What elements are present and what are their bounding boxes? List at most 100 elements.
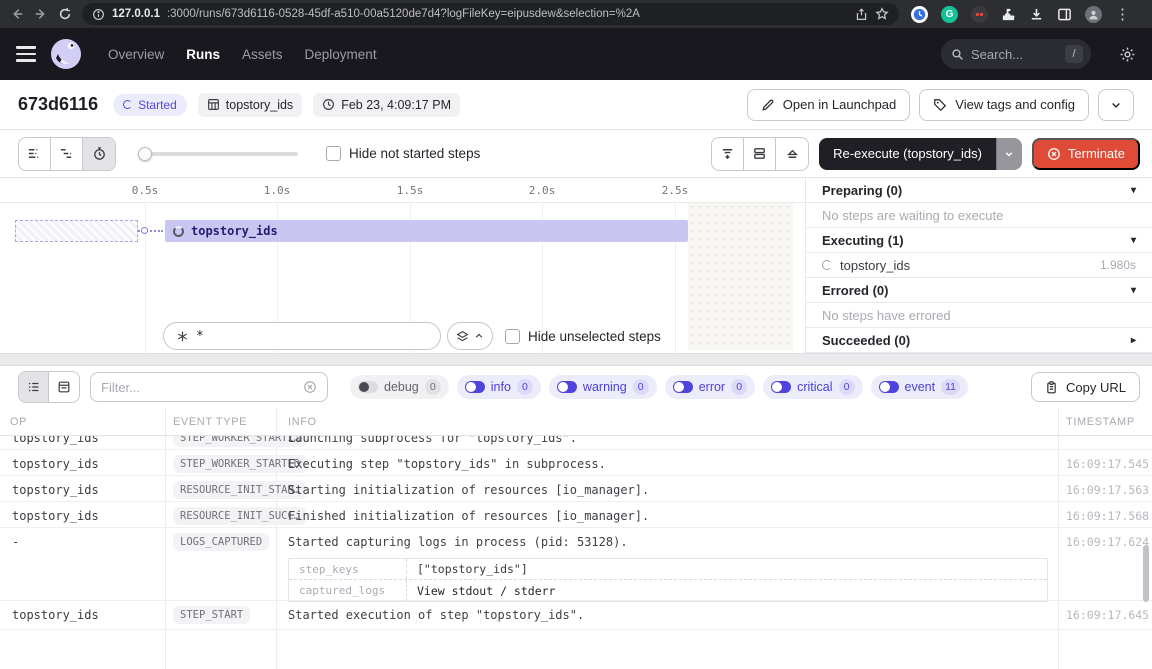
waterfall-view-icon[interactable] bbox=[51, 138, 83, 170]
more-run-actions-button[interactable] bbox=[1098, 89, 1134, 121]
toggle-off-icon bbox=[358, 381, 378, 393]
level-chip-info[interactable]: info0 bbox=[457, 375, 541, 399]
clock-extension-icon[interactable] bbox=[911, 6, 928, 23]
level-chip-critical[interactable]: critical0 bbox=[763, 375, 862, 399]
copy-url-button[interactable]: Copy URL bbox=[1031, 372, 1140, 402]
flat-view-icon[interactable] bbox=[19, 138, 51, 170]
expand-panel-icon[interactable] bbox=[776, 138, 808, 170]
log-row-logs-captured[interactable]: - LOGS_CAPTURED Started capturing logs i… bbox=[0, 528, 1152, 601]
axis-tick: 1.5s bbox=[397, 184, 424, 197]
slider-thumb[interactable] bbox=[138, 147, 152, 161]
terminate-button[interactable]: Terminate bbox=[1032, 138, 1140, 170]
section-preparing[interactable]: Preparing (0)▾ bbox=[806, 178, 1152, 203]
side-panel-icon[interactable] bbox=[1057, 7, 1072, 22]
axis-tick: 0.5s bbox=[132, 184, 159, 197]
nav-item-assets[interactable]: Assets bbox=[242, 47, 283, 62]
log-filter-input[interactable] bbox=[101, 380, 297, 395]
site-info-icon[interactable] bbox=[92, 8, 105, 21]
view-stdout-stderr-link[interactable]: View stdout / stderr bbox=[407, 584, 565, 598]
gantt-zoom-slider[interactable] bbox=[138, 147, 298, 161]
metadata-row: captured_logs View stdout / stderr bbox=[289, 580, 1047, 601]
toggle-on-icon bbox=[879, 381, 899, 393]
log-view-segment bbox=[18, 371, 80, 403]
chevron-down-icon bbox=[1110, 99, 1122, 111]
axis-tick: 2.5s bbox=[662, 184, 689, 197]
level-chip-warning[interactable]: warning0 bbox=[549, 375, 657, 399]
log-row[interactable]: topstory_ids RESOURCE_INIT_SUCC… Finishe… bbox=[0, 502, 1152, 528]
reload-icon[interactable] bbox=[58, 7, 72, 21]
log-row[interactable]: topstory_ids STEP_START Started executio… bbox=[0, 601, 1152, 630]
level-chip-event[interactable]: event11 bbox=[871, 375, 969, 399]
clear-filter-icon[interactable] bbox=[303, 380, 317, 394]
reexecute-button[interactable]: Re-execute (topstory_ids) bbox=[819, 138, 996, 170]
gantt-step-bar[interactable]: topstory_ids bbox=[165, 220, 688, 242]
settings-gear-icon[interactable] bbox=[1119, 46, 1136, 63]
log-list-view-icon[interactable] bbox=[19, 372, 49, 402]
red-extension-icon[interactable] bbox=[971, 6, 988, 23]
level-count: 11 bbox=[941, 379, 960, 395]
gantt-waiting-box bbox=[15, 220, 138, 242]
spinner-icon bbox=[123, 100, 132, 109]
panel-layout-segment bbox=[711, 137, 809, 171]
log-structured-view-icon[interactable] bbox=[49, 372, 79, 402]
view-tags-config-button[interactable]: View tags and config bbox=[919, 89, 1089, 121]
step-duration: 1.980s bbox=[1100, 258, 1136, 272]
gantt-footer-controls: Hide unselected steps bbox=[0, 321, 805, 351]
gantt-bar-label: topstory_ids bbox=[191, 224, 278, 238]
browser-menu-icon[interactable]: ⋮ bbox=[1115, 7, 1130, 22]
clipboard-icon bbox=[1045, 381, 1058, 394]
section-executing[interactable]: Executing (1)▾ bbox=[806, 228, 1152, 253]
nav-item-overview[interactable]: Overview bbox=[108, 47, 164, 62]
step-filter-box[interactable] bbox=[163, 322, 441, 350]
open-in-launchpad-button[interactable]: Open in Launchpad bbox=[747, 89, 910, 121]
log-scrollbar-thumb[interactable] bbox=[1143, 545, 1149, 602]
grammarly-extension-icon[interactable]: G bbox=[941, 6, 958, 23]
split-rows-icon[interactable] bbox=[744, 138, 776, 170]
caret-down-icon: ▾ bbox=[1131, 235, 1136, 246]
global-search[interactable]: / bbox=[941, 39, 1091, 69]
horizontal-splitter[interactable] bbox=[0, 353, 1152, 366]
search-input[interactable] bbox=[971, 47, 1049, 62]
hamburger-menu-icon[interactable] bbox=[16, 46, 36, 62]
step-status-panel: Preparing (0)▾ No steps are waiting to e… bbox=[805, 178, 1152, 353]
share-icon[interactable] bbox=[855, 8, 868, 21]
log-row-clipped[interactable]: topstory_ids STEP_WORKER_STARTI… Launchi… bbox=[0, 436, 1152, 450]
puzzle-extensions-icon[interactable] bbox=[1001, 7, 1016, 22]
log-filter-box[interactable] bbox=[90, 372, 328, 402]
level-count: 0 bbox=[731, 379, 747, 395]
profile-avatar[interactable] bbox=[1085, 6, 1102, 23]
log-row[interactable]: topstory_ids RESOURCE_INIT_STAR… Startin… bbox=[0, 476, 1152, 502]
step-spinner-icon bbox=[173, 226, 184, 237]
reexecute-split-button: Re-execute (topstory_ids) bbox=[819, 138, 1022, 170]
download-icon[interactable] bbox=[1029, 7, 1044, 22]
level-chip-debug[interactable]: debug0 bbox=[350, 375, 449, 399]
axis-tick: 1.0s bbox=[264, 184, 291, 197]
bookmark-star-icon[interactable] bbox=[875, 7, 889, 21]
nav-item-deployment[interactable]: Deployment bbox=[305, 47, 377, 62]
hide-unselected-checkbox[interactable] bbox=[505, 329, 520, 344]
url-bar[interactable]: 127.0.0.1:3000/runs/673d6116-0528-45df-a… bbox=[82, 3, 899, 25]
back-icon[interactable] bbox=[10, 7, 24, 21]
job-name-tag[interactable]: topstory_ids bbox=[198, 93, 302, 117]
section-succeeded[interactable]: Succeeded (0)▸ bbox=[806, 328, 1152, 353]
executing-step-row[interactable]: topstory_ids1.980s bbox=[806, 253, 1152, 278]
event-type-badge: RESOURCE_INIT_STAR… bbox=[173, 481, 307, 499]
run-header-actions: Open in Launchpad View tags and config bbox=[747, 89, 1134, 121]
log-row[interactable]: topstory_ids STEP_WORKER_STARTED Executi… bbox=[0, 450, 1152, 476]
step-query-options-button[interactable] bbox=[447, 322, 493, 350]
caret-down-icon: ▾ bbox=[1131, 285, 1136, 296]
step-filter-input[interactable] bbox=[196, 329, 396, 344]
collapse-panel-icon[interactable] bbox=[712, 138, 744, 170]
gantt-controls-row: Hide not started steps Re-execute (topst… bbox=[0, 130, 1152, 178]
forward-icon[interactable] bbox=[34, 7, 48, 21]
gantt-node-marker bbox=[141, 227, 148, 234]
reexecute-dropdown-button[interactable] bbox=[996, 138, 1022, 170]
search-icon bbox=[951, 48, 964, 61]
level-chip-error[interactable]: error0 bbox=[665, 375, 755, 399]
gantt-chart: 0.5s 1.0s 1.5s 2.0s 2.5s topstory_ids bbox=[0, 178, 805, 353]
timed-view-icon[interactable] bbox=[83, 138, 115, 170]
nav-item-runs[interactable]: Runs bbox=[186, 47, 220, 62]
hide-not-started-checkbox[interactable] bbox=[326, 146, 341, 161]
dagster-logo bbox=[50, 38, 82, 70]
section-errored[interactable]: Errored (0)▾ bbox=[806, 278, 1152, 303]
